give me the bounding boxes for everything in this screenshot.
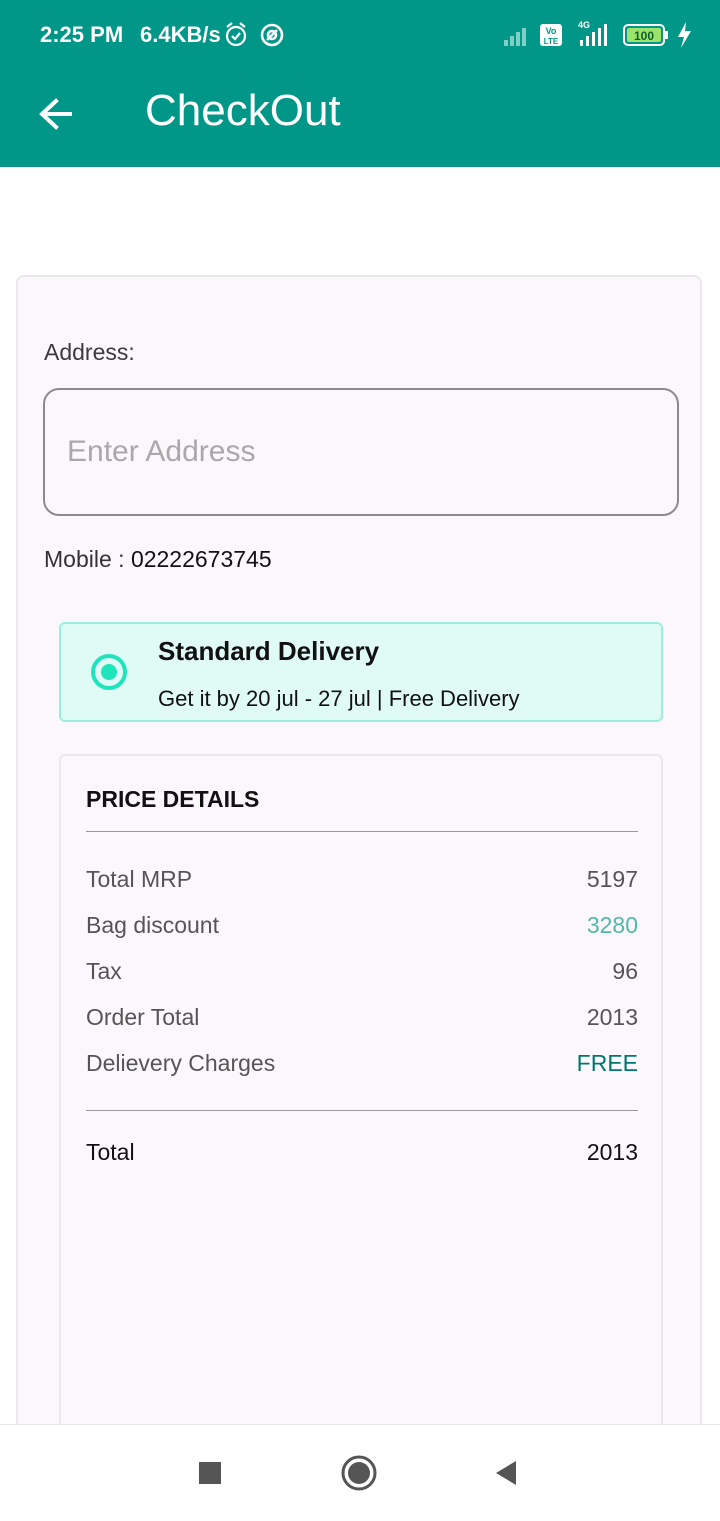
status-time: 2:25 PM bbox=[40, 22, 124, 47]
total-row: Total 2013 bbox=[86, 1139, 638, 1169]
svg-text:100: 100 bbox=[634, 29, 654, 43]
price-row: Order Total 2013 bbox=[86, 1004, 638, 1034]
price-row: Tax 96 bbox=[86, 958, 638, 988]
total-label: Total bbox=[86, 1139, 135, 1165]
delivery-option-standard[interactable]: Standard Delivery Get it by 20 jul - 27 … bbox=[59, 622, 663, 722]
back-triangle-icon[interactable] bbox=[486, 1453, 526, 1493]
battery-icon: 100 bbox=[623, 24, 668, 46]
price-row-value: FREE bbox=[576, 1050, 638, 1076]
price-details-box: PRICE DETAILS Total MRP 5197 Bag discoun… bbox=[59, 754, 663, 1494]
price-row: Delievery Charges FREE bbox=[86, 1050, 638, 1080]
sync-icon bbox=[260, 23, 284, 47]
volte-icon: Vo LTE bbox=[540, 24, 562, 46]
svg-text:Vo: Vo bbox=[546, 26, 557, 36]
price-row-label: Bag discount bbox=[86, 912, 219, 938]
alarm-and-sync-icons bbox=[225, 22, 284, 47]
price-row-value: 3280 bbox=[586, 912, 638, 938]
mobile-label: Mobile : bbox=[44, 546, 125, 572]
total-value: 2013 bbox=[586, 1139, 638, 1165]
system-nav-bar bbox=[0, 1424, 720, 1521]
mobile-row: Mobile : 02222673745 bbox=[44, 546, 272, 573]
alarm-icon bbox=[225, 22, 247, 47]
address-input[interactable] bbox=[43, 388, 679, 516]
signal-4g-icon: 4G bbox=[578, 20, 607, 46]
price-row: Total MRP 5197 bbox=[86, 866, 638, 896]
price-row-value: 5197 bbox=[586, 866, 638, 892]
home-icon[interactable] bbox=[339, 1453, 379, 1493]
app-bar: CheckOut bbox=[0, 68, 720, 167]
divider bbox=[86, 831, 638, 832]
signal-weak-icon bbox=[504, 28, 526, 46]
charging-icon bbox=[678, 22, 691, 48]
price-row-label: Delievery Charges bbox=[86, 1050, 276, 1076]
price-details-title: PRICE DETAILS bbox=[86, 786, 260, 812]
delivery-subtitle: Get it by 20 jul - 27 jul | Free Deliver… bbox=[158, 686, 520, 711]
radio-dot bbox=[101, 664, 117, 680]
radio-selected-icon[interactable] bbox=[91, 654, 127, 690]
address-label: Address: bbox=[44, 339, 135, 365]
price-row-label: Order Total bbox=[86, 1004, 200, 1030]
price-row-label: Total MRP bbox=[86, 866, 193, 892]
checkout-card: Address: Mobile : 02222673745 Standard D… bbox=[16, 275, 702, 1494]
svg-text:4G: 4G bbox=[578, 20, 590, 30]
page-title: CheckOut bbox=[145, 86, 341, 135]
divider bbox=[86, 1110, 638, 1111]
arrow-left-icon[interactable] bbox=[28, 86, 84, 142]
price-row: Bag discount 3280 bbox=[86, 912, 638, 942]
status-net-speed: 6.4KB/s bbox=[140, 22, 221, 47]
price-row-label: Tax bbox=[86, 958, 122, 984]
svg-text:LTE: LTE bbox=[544, 37, 559, 46]
price-row-value: 2013 bbox=[586, 1004, 638, 1030]
mobile-value: 02222673745 bbox=[130, 546, 272, 572]
recents-icon[interactable] bbox=[190, 1453, 230, 1493]
price-row-value: 96 bbox=[612, 958, 638, 984]
signal-battery-icons: Vo LTE 4G 100 bbox=[504, 20, 691, 48]
status-bar: 2:25 PM 6.4KB/s Vo LTE 4G 100 bbox=[0, 0, 720, 68]
delivery-title: Standard Delivery bbox=[158, 636, 380, 666]
